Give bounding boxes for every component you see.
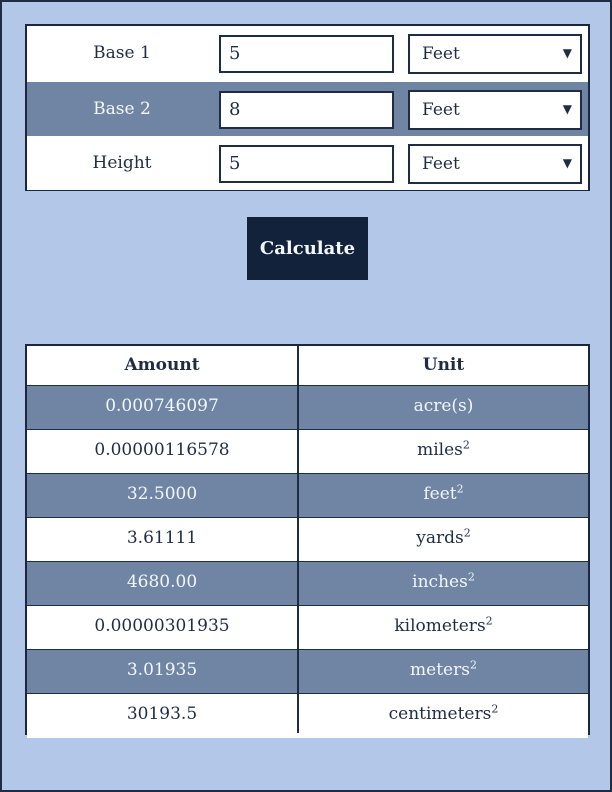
input-row-base-2: Base 2 8 Feet ▼: [27, 82, 588, 136]
results-table: Amount Unit 0.000746097 acre(s) 0.00000116…: [25, 344, 590, 738]
squared-superscript: 2: [463, 526, 471, 540]
base-1-label: Base 1: [93, 43, 151, 63]
input-row-height: Height 5 Feet ▼: [27, 136, 588, 190]
result-row: 4680.00 inches2: [27, 562, 588, 606]
result-amount: 32.5000: [126, 484, 198, 504]
squared-superscript: 2: [462, 438, 470, 452]
result-amount: 30193.5: [126, 704, 198, 724]
squared-superscript: 2: [491, 702, 499, 716]
column-divider: [297, 346, 299, 733]
result-unit-label: yards: [416, 528, 464, 548]
result-unit-label: centimeters: [388, 704, 492, 724]
result-row: 3.01935 meters2: [27, 650, 588, 694]
result-unit: miles2: [299, 430, 588, 473]
result-unit: inches2: [299, 562, 588, 605]
result-unit: meters2: [299, 650, 588, 693]
result-row: 3.61111 yards2: [27, 518, 588, 562]
result-row: 0.00000116578 miles2: [27, 430, 588, 474]
result-row: 30193.5 centimeters2: [27, 694, 588, 738]
base-2-input[interactable]: 8: [219, 91, 394, 129]
amount-column-header: Amount: [124, 355, 200, 375]
base-2-unit-select[interactable]: Feet ▼: [408, 90, 582, 130]
dimensions-input-table: Base 1 5 Feet ▼ Base 2 8 Feet ▼ Height 5…: [25, 24, 590, 191]
result-amount: 0.000746097: [105, 396, 219, 416]
height-unit-value: Feet: [422, 154, 460, 174]
result-unit-label: meters: [410, 660, 470, 680]
result-amount: 0.00000301935: [94, 616, 230, 636]
base-2-unit-value: Feet: [422, 100, 460, 120]
result-amount: 3.01935: [126, 660, 198, 680]
base-1-unit-select[interactable]: Feet ▼: [408, 34, 582, 74]
squared-superscript: 2: [467, 570, 475, 584]
result-unit-label: inches: [412, 572, 468, 592]
calculator-panel: Base 1 5 Feet ▼ Base 2 8 Feet ▼ Height 5…: [0, 0, 612, 792]
unit-column-header: Unit: [422, 355, 465, 375]
result-unit: yards2: [299, 518, 588, 561]
base-1-unit-value: Feet: [422, 44, 460, 64]
result-amount: 3.61111: [126, 528, 198, 548]
input-row-base-1: Base 1 5 Feet ▼: [27, 26, 588, 80]
base-2-label: Base 2: [93, 99, 151, 119]
result-row: 0.00000301935 kilometers2: [27, 606, 588, 650]
result-row: 32.5000 feet2: [27, 474, 588, 518]
results-header-row: Amount Unit: [27, 346, 588, 386]
result-amount: 0.00000116578: [94, 440, 230, 460]
height-unit-select[interactable]: Feet ▼: [408, 144, 582, 184]
height-label: Height: [92, 153, 152, 173]
squared-superscript: 2: [469, 658, 477, 672]
result-row: 0.000746097 acre(s): [27, 386, 588, 430]
height-input[interactable]: 5: [219, 145, 394, 183]
result-unit-label: feet: [423, 484, 457, 504]
result-unit: centimeters2: [299, 694, 588, 737]
calculate-button[interactable]: Calculate: [247, 217, 368, 280]
base-1-input[interactable]: 5: [219, 35, 394, 73]
chevron-down-icon: ▼: [562, 102, 572, 116]
result-unit-label: acre(s): [413, 396, 474, 416]
result-amount: 4680.00: [126, 572, 198, 592]
result-unit-label: kilometers: [394, 616, 486, 636]
result-unit: kilometers2: [299, 606, 588, 649]
squared-superscript: 2: [456, 482, 464, 496]
squared-superscript: 2: [485, 614, 493, 628]
chevron-down-icon: ▼: [562, 156, 572, 170]
result-unit: acre(s): [299, 386, 588, 429]
result-unit-label: miles: [417, 440, 463, 460]
chevron-down-icon: ▼: [562, 46, 572, 60]
result-unit: feet2: [299, 474, 588, 517]
